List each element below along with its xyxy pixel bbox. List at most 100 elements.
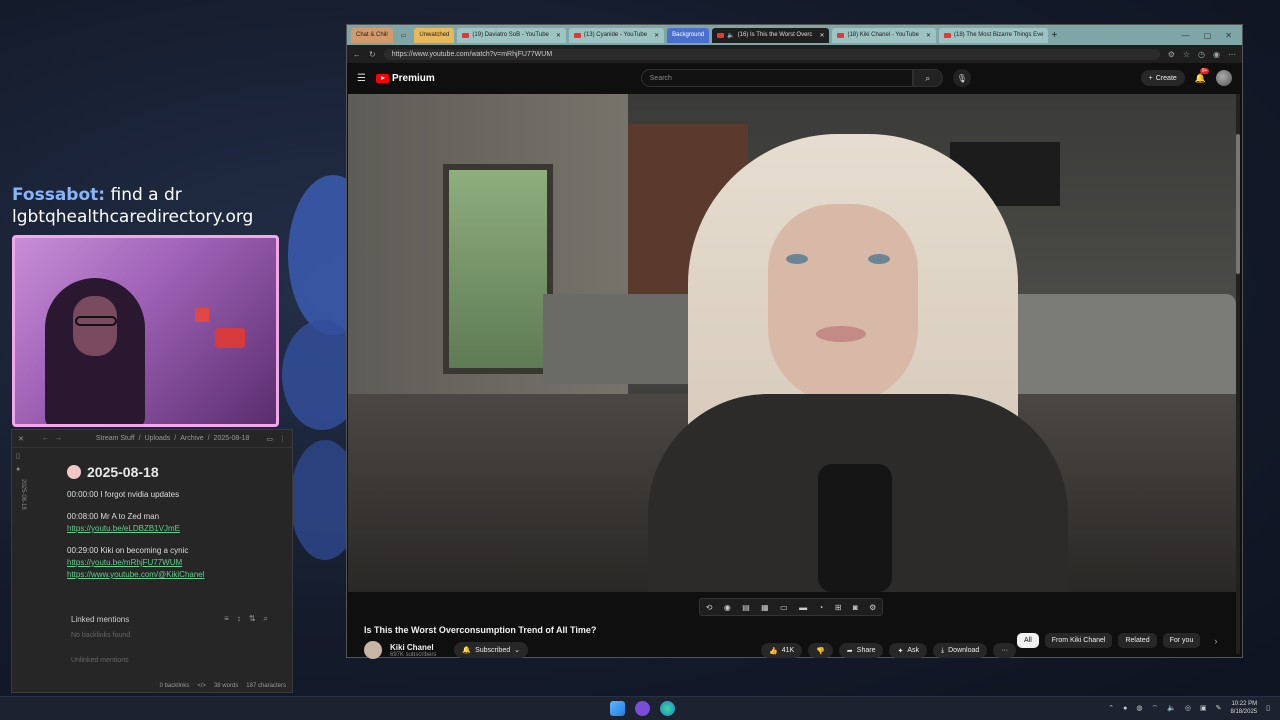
obsidian-icon[interactable] — [635, 701, 650, 716]
more-options-icon[interactable]: ⋮ — [279, 435, 286, 443]
bell-icon[interactable]: 🔔 9+ — [1195, 67, 1210, 84]
tab-page-icon[interactable]: ▭ — [396, 28, 412, 43]
tray-app-icon[interactable]: ▣ — [1200, 704, 1207, 712]
reload-icon[interactable]: ↻ — [369, 50, 376, 59]
tray-app-icon[interactable]: ✎ — [1216, 704, 1222, 712]
file-icon[interactable]: ▯ — [16, 452, 26, 460]
settings-icon[interactable]: ⚙ — [869, 603, 876, 612]
avatar[interactable] — [1216, 70, 1232, 86]
window-controls: — ▢ ✕ — [1182, 31, 1238, 40]
channel-name[interactable]: Kiki Chanel — [390, 643, 436, 652]
pip-icon[interactable]: ▭ — [780, 603, 788, 612]
subscribed-button[interactable]: 🔔 Subscribed ⌄ — [454, 642, 528, 658]
tray-app-icon[interactable]: ◍ — [1136, 704, 1142, 712]
collapse-icon[interactable]: ≡ — [224, 614, 229, 624]
status-mode[interactable]: </> — [197, 683, 206, 689]
profile-icon[interactable]: ◉ — [1213, 50, 1220, 59]
chip-related[interactable]: Related — [1118, 633, 1157, 648]
download-button[interactable]: ⤓ Download — [933, 643, 988, 658]
mic-icon[interactable]: 🎙 — [952, 69, 971, 87]
edge-icon[interactable] — [660, 701, 675, 716]
browser-window: Chat & Chill ▭ Unwatched (19) Daviatro S… — [346, 24, 1243, 659]
breadcrumb-item[interactable]: 2025-08-18 — [214, 435, 250, 442]
note-link[interactable]: https://youtu.be/eLDBZB1VJmE — [67, 524, 282, 533]
more-actions-button[interactable]: ··· — [993, 643, 1017, 658]
maximize-icon[interactable]: ▢ — [1204, 31, 1212, 40]
loop-icon[interactable]: ⟲ — [706, 603, 713, 612]
tab-youtube[interactable]: (13) Cyanide - YouTube ✕ — [568, 27, 665, 43]
close-icon[interactable]: ✕ — [18, 435, 24, 443]
tab-youtube[interactable]: (18) The Most Bizarre Things Eve — [939, 27, 1049, 43]
playlist-icon[interactable]: ▤ — [742, 603, 750, 612]
note-link[interactable]: https://www.youtube.com/@KikiChanel — [67, 570, 282, 579]
favorite-icon[interactable]: ☆ — [1183, 50, 1190, 59]
audio-icon[interactable]: ◉ — [724, 603, 731, 612]
chevron-up-icon[interactable]: ⌃ — [1108, 704, 1114, 712]
tab-youtube[interactable]: (18) Kiki Chanel - YouTube ✕ — [832, 27, 936, 43]
screenshot-icon[interactable]: ◙ — [853, 603, 858, 612]
breadcrumb-item[interactable]: Uploads — [145, 435, 171, 442]
chevron-right-icon[interactable]: › — [1214, 636, 1217, 646]
note-body[interactable]: 2025-08-18 00:00:00 I forgot nvidia upda… — [67, 464, 282, 582]
back-icon[interactable]: ← — [353, 50, 361, 59]
network-icon[interactable]: ⌔ — [1152, 704, 1159, 713]
chip-all[interactable]: All — [1017, 633, 1039, 648]
add-icon[interactable]: ⊞ — [835, 603, 842, 612]
speed-icon[interactable]: ◔ — [819, 603, 824, 612]
ask-button[interactable]: ✦ Ask — [889, 643, 928, 658]
chip-for-you[interactable]: For you — [1162, 633, 1201, 648]
note-link[interactable]: https://youtu.be/mRhjFU77WUM — [67, 558, 282, 567]
taskbar: ⌃ ● ◍ ⌔ 🔈 ◎ ▣ ✎ 10:22 PM 8/18/2025 ▯ — [0, 696, 1280, 720]
youtube-logo[interactable]: Premium — [375, 73, 435, 84]
notifications-icon[interactable]: ▯ — [1266, 704, 1270, 712]
close-window-icon[interactable]: ✕ — [1225, 31, 1232, 40]
back-icon[interactable]: ← — [42, 435, 49, 442]
like-button[interactable]: 👍 41K — [761, 643, 803, 658]
tab-youtube[interactable]: (19) Daviatro SoB - YouTube ✕ — [457, 27, 566, 43]
new-tab-button[interactable]: + — [1051, 30, 1057, 41]
search-icon[interactable]: ⌕ — [264, 614, 268, 624]
extension-icon[interactable]: ⚙ — [1168, 50, 1175, 59]
tab-active[interactable]: 🔈 (16) Is This the Worst Overc ✕ — [712, 27, 830, 43]
search-input[interactable]: Search — [640, 69, 913, 87]
menu-icon[interactable]: ☰ — [357, 73, 366, 84]
more-icon[interactable]: ⋯ — [1228, 50, 1236, 59]
clock[interactable]: 10:22 PM 8/18/2025 — [1230, 700, 1257, 716]
tab-bar: Chat & Chill ▭ Unwatched (19) Daviatro S… — [347, 25, 1242, 45]
scrollbar[interactable] — [1236, 94, 1240, 654]
room-decor — [215, 328, 245, 348]
breadcrumb-item[interactable]: Stream Stuff — [96, 435, 135, 442]
speaker-icon: 🔈 — [727, 32, 735, 39]
tab-group-background[interactable]: Background — [667, 27, 710, 43]
forward-icon[interactable]: → — [55, 435, 62, 442]
tab-group-unwatched[interactable]: Unwatched — [414, 27, 455, 43]
unlinked-mentions-heading[interactable]: Unlinked mentions — [71, 657, 268, 664]
sort-icon[interactable]: ↕ — [237, 614, 241, 624]
minimize-icon[interactable]: — — [1182, 31, 1190, 40]
video-player[interactable] — [348, 94, 1236, 592]
chip-from-channel[interactable]: From Kiki Chanel — [1044, 633, 1113, 648]
note-title-text: 2025-08-18 — [87, 464, 159, 480]
channel-avatar[interactable] — [364, 641, 382, 659]
address-bar[interactable]: https://www.youtube.com/watch?v=mRhjFU77… — [383, 48, 1160, 60]
theater-icon[interactable]: ▬ — [799, 603, 807, 612]
tag-icon[interactable]: ● — [16, 466, 26, 473]
share-button[interactable]: ➦ Share — [838, 643, 884, 658]
no-backlinks-text: No backlinks found. — [71, 632, 133, 639]
address-bar-row: ← ↻ https://www.youtube.com/watch?v=mRhj… — [347, 45, 1242, 63]
sort-alpha-icon[interactable]: ⇅ — [249, 614, 256, 624]
breadcrumb-item[interactable]: Archive — [180, 435, 203, 442]
tab-group-chat[interactable]: Chat & Chill — [351, 27, 393, 43]
linked-mentions-heading[interactable]: Linked mentions — [71, 615, 129, 624]
tray-app-icon[interactable]: ● — [1123, 705, 1127, 712]
search-button[interactable]: ⌕ — [912, 69, 943, 87]
volume-icon[interactable]: 🔈 — [1167, 704, 1176, 712]
clip-icon[interactable]: ▦ — [761, 603, 769, 612]
tray-app-icon[interactable]: ◎ — [1185, 704, 1191, 712]
create-button[interactable]: + Create — [1140, 70, 1185, 86]
start-icon[interactable] — [610, 701, 625, 716]
notification-badge: 9+ — [1199, 67, 1210, 74]
dislike-button[interactable]: 👎 — [808, 643, 833, 658]
history-icon[interactable]: ◷ — [1198, 50, 1205, 59]
reading-view-icon[interactable]: ▭ — [266, 435, 273, 443]
